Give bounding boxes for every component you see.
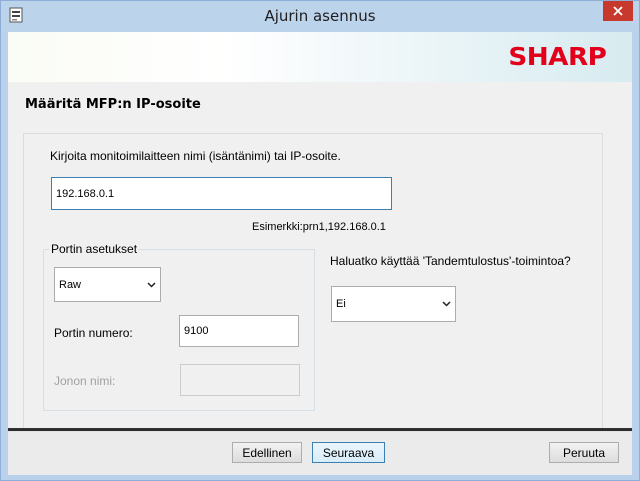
dialog-content: SHARP Määritä MFP:n IP-osoite Kirjoita m… (8, 32, 632, 475)
close-icon (613, 6, 623, 16)
settings-panel: Kirjoita monitoimilaitteen nimi (isäntän… (23, 133, 603, 431)
queue-name-input (180, 364, 300, 396)
port-number-label-text: Portin numero: (54, 326, 133, 340)
protocol-selected-value: Raw (59, 278, 82, 291)
tandem-question: Haluatko käyttää 'Tandemtulostus'-toimin… (330, 254, 571, 268)
port-number-input[interactable]: 9100 (179, 315, 299, 347)
protocol-select[interactable]: Raw (54, 267, 161, 302)
port-number-label: Portin numero: (54, 326, 133, 340)
address-instruction: Kirjoita monitoimilaitteen nimi (isäntän… (50, 149, 341, 163)
back-button[interactable]: Edellinen (232, 442, 302, 463)
port-settings-group: Portin asetukset Raw Portin numero: 9100… (43, 242, 315, 411)
close-button[interactable] (603, 1, 633, 21)
installer-window: Ajurin asennus SHARP Määritä MFP:n IP-os… (0, 0, 640, 481)
header-banner: SHARP (8, 32, 632, 82)
ip-address-input[interactable]: 192.168.0.1 (51, 177, 392, 210)
chevron-down-icon (442, 301, 451, 307)
tandem-selected-value: Ei (336, 298, 346, 310)
chevron-down-icon (147, 281, 156, 288)
cancel-button[interactable]: Peruuta (549, 442, 619, 463)
sharp-logo: SHARP (507, 42, 607, 71)
address-example: Esimerkki:prn1,192.168.0.1 (252, 221, 386, 233)
tandem-select[interactable]: Ei (331, 286, 456, 322)
queue-name-label: Jonon nimi: (54, 374, 116, 388)
next-button[interactable]: Seuraava (312, 442, 385, 463)
title-bar[interactable]: Ajurin asennus (1, 1, 639, 32)
port-settings-legend: Portin asetukset (49, 242, 140, 256)
window-title: Ajurin asennus (264, 7, 376, 25)
button-bar: Edellinen Seuraava Peruuta (8, 428, 632, 475)
page-title: Määritä MFP:n IP-osoite (25, 97, 201, 112)
